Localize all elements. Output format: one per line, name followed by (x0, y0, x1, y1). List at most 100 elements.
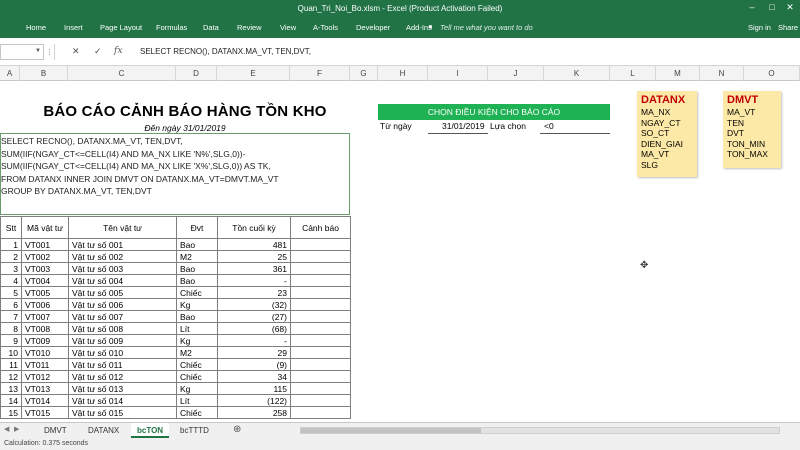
cell-ten-vat-tu[interactable]: Vật tư số 003 (68, 262, 177, 275)
cell-ten-vat-tu[interactable]: Vật tư số 015 (68, 406, 177, 419)
cell-canh-bao[interactable] (290, 322, 351, 335)
cell-dvt[interactable]: M2 (176, 346, 218, 359)
cell-ten-vat-tu[interactable]: Vật tư số 010 (68, 346, 177, 359)
column-header-i[interactable]: I (428, 66, 488, 81)
tab-a-tools[interactable]: A-Tools (313, 23, 338, 32)
sheet-tab-bctttd[interactable]: bcTTTD (174, 423, 215, 438)
header-canh-bao[interactable]: Cảnh báo (290, 216, 351, 239)
column-header-g[interactable]: G (350, 66, 378, 81)
cell-dvt[interactable]: Bao (176, 310, 218, 323)
cell-ten-vat-tu[interactable]: Vật tư số 011 (68, 358, 177, 371)
column-header-k[interactable]: K (544, 66, 610, 81)
cell-ton-cuoi-ky[interactable]: 23 (217, 286, 291, 299)
cell-stt[interactable]: 2 (0, 250, 22, 263)
cell-ten-vat-tu[interactable]: Vật tư số 005 (68, 286, 177, 299)
column-header-e[interactable]: E (217, 66, 290, 81)
tab-view[interactable]: View (280, 23, 296, 32)
cell-dvt[interactable]: Lít (176, 394, 218, 407)
cell-ma-vat-tu[interactable]: VT005 (21, 286, 69, 299)
tab-home[interactable]: Home (26, 23, 46, 32)
cell-ma-vat-tu[interactable]: VT004 (21, 274, 69, 287)
cell-stt[interactable]: 4 (0, 274, 22, 287)
tab-developer[interactable]: Developer (356, 23, 390, 32)
cell-stt[interactable]: 5 (0, 286, 22, 299)
cell-ma-vat-tu[interactable]: VT010 (21, 346, 69, 359)
tab-data[interactable]: Data (203, 23, 219, 32)
cell-canh-bao[interactable] (290, 310, 351, 323)
cell-ten-vat-tu[interactable]: Vật tư số 014 (68, 394, 177, 407)
column-header-m[interactable]: M (656, 66, 700, 81)
header-ma-vat-tu[interactable]: Mã vật tư (21, 216, 69, 239)
scroll-left-icon[interactable]: ◀ (4, 425, 9, 433)
cell-ton-cuoi-ky[interactable]: 115 (217, 382, 291, 395)
cell-dvt[interactable]: Chiếc (176, 358, 218, 371)
header-ten-vat-tu[interactable]: Tên vật tư (68, 216, 177, 239)
cell-ten-vat-tu[interactable]: Vật tư số 013 (68, 382, 177, 395)
add-sheet-icon[interactable]: ⊕ (233, 424, 241, 435)
column-header-a[interactable]: A (0, 66, 20, 81)
cell-dvt[interactable]: Chiếc (176, 370, 218, 383)
cell-stt[interactable]: 13 (0, 382, 22, 395)
cell-canh-bao[interactable] (290, 334, 351, 347)
header-stt[interactable]: Stt (0, 216, 22, 239)
column-header-d[interactable]: D (176, 66, 217, 81)
cell-ten-vat-tu[interactable]: Vật tư số 008 (68, 322, 177, 335)
dmvt-fields-box[interactable]: DMVT MA_VT TEN DVT TON_MIN TON_MAX (723, 91, 781, 168)
cell-stt[interactable]: 9 (0, 334, 22, 347)
cell-stt[interactable]: 7 (0, 310, 22, 323)
column-header-o[interactable]: O (744, 66, 800, 81)
tab-insert[interactable]: Insert (64, 23, 83, 32)
cancel-icon[interactable]: ✕ (72, 46, 80, 57)
restore-icon[interactable]: □ (764, 2, 780, 16)
cell-dvt[interactable]: Kg (176, 298, 218, 311)
column-header-c[interactable]: C (68, 66, 176, 81)
cell-canh-bao[interactable] (290, 394, 351, 407)
cell-dvt[interactable]: M2 (176, 250, 218, 263)
tell-me-input[interactable]: Tell me what you want to do (440, 23, 533, 32)
cell-canh-bao[interactable] (290, 370, 351, 383)
cell-ten-vat-tu[interactable]: Vật tư số 006 (68, 298, 177, 311)
header-ton-cuoi-ky[interactable]: Tồn cuối kỳ (217, 216, 291, 239)
cell-ma-vat-tu[interactable]: VT007 (21, 310, 69, 323)
column-header-n[interactable]: N (700, 66, 744, 81)
column-header-l[interactable]: L (610, 66, 656, 81)
cell-ten-vat-tu[interactable]: Vật tư số 007 (68, 310, 177, 323)
cell-ton-cuoi-ky[interactable]: 29 (217, 346, 291, 359)
column-header-j[interactable]: J (488, 66, 544, 81)
cell-dvt[interactable]: Chiếc (176, 406, 218, 419)
cell-canh-bao[interactable] (290, 250, 351, 263)
cell-dvt[interactable]: Bao (176, 238, 218, 251)
cell-dvt[interactable]: Lít (176, 322, 218, 335)
cell-stt[interactable]: 8 (0, 322, 22, 335)
scroll-right-icon[interactable]: ▶ (14, 425, 19, 433)
cell-stt[interactable]: 12 (0, 370, 22, 383)
tab-formulas[interactable]: Formulas (156, 23, 187, 32)
cell-ton-cuoi-ky[interactable]: (68) (217, 322, 291, 335)
cell-ton-cuoi-ky[interactable]: - (217, 274, 291, 287)
sheet-tab-bcton[interactable]: bcTON (131, 423, 170, 438)
cell-canh-bao[interactable] (290, 406, 351, 419)
cell-ma-vat-tu[interactable]: VT003 (21, 262, 69, 275)
choice-cell[interactable]: <0 (544, 121, 554, 131)
cell-ma-vat-tu[interactable]: VT002 (21, 250, 69, 263)
insert-function-icon[interactable]: fx (114, 46, 122, 56)
horizontal-scrollbar[interactable] (300, 427, 780, 434)
cell-dvt[interactable]: Bao (176, 274, 218, 287)
cell-canh-bao[interactable] (290, 262, 351, 275)
share-button[interactable]: Share (778, 23, 798, 32)
cell-ton-cuoi-ky[interactable]: 361 (217, 262, 291, 275)
column-header-b[interactable]: B (20, 66, 68, 81)
name-box[interactable]: ▼ (0, 44, 44, 60)
cell-canh-bao[interactable] (290, 298, 351, 311)
cell-ma-vat-tu[interactable]: VT011 (21, 358, 69, 371)
cell-ten-vat-tu[interactable]: Vật tư số 012 (68, 370, 177, 383)
scrollbar-thumb[interactable] (301, 428, 481, 433)
close-icon[interactable]: ✕ (782, 2, 798, 16)
cell-canh-bao[interactable] (290, 286, 351, 299)
cell-canh-bao[interactable] (290, 358, 351, 371)
cell-ten-vat-tu[interactable]: Vật tư số 004 (68, 274, 177, 287)
cell-stt[interactable]: 3 (0, 262, 22, 275)
header-dvt[interactable]: Đvt (176, 216, 218, 239)
cell-stt[interactable]: 6 (0, 298, 22, 311)
cell-dvt[interactable]: Kg (176, 334, 218, 347)
